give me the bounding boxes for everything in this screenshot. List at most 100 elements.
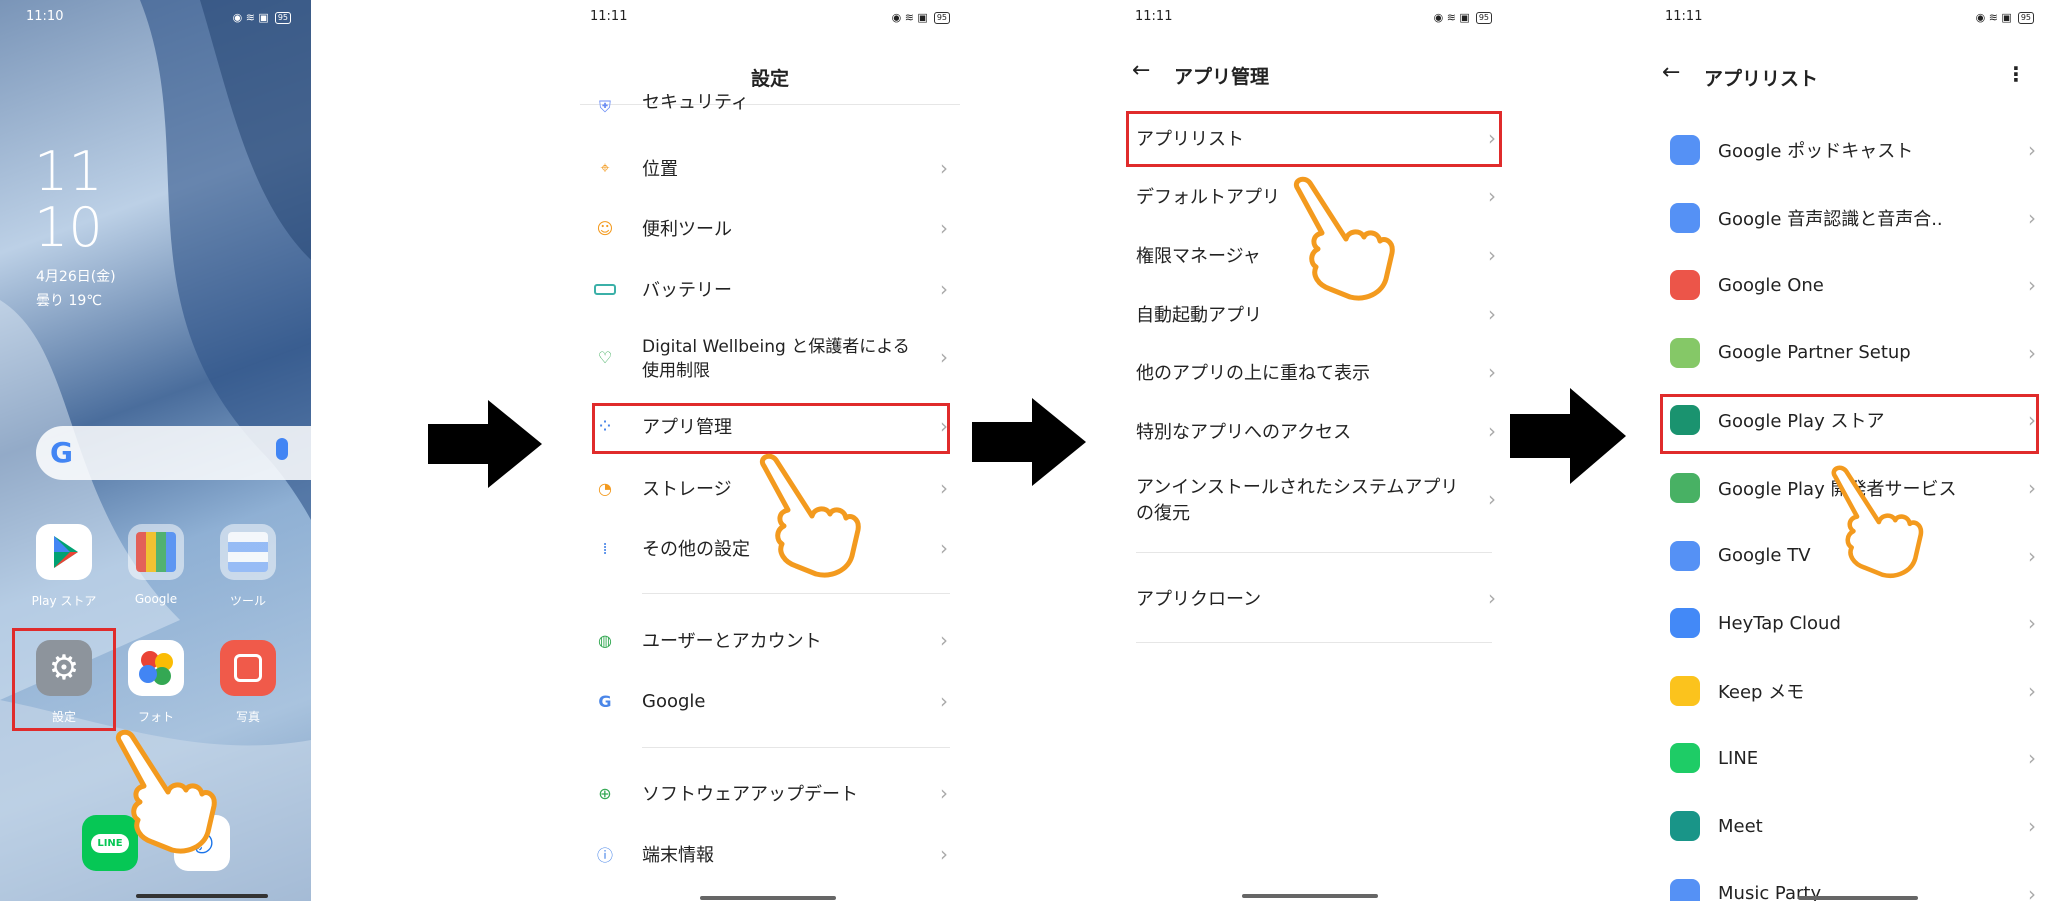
section-divider bbox=[1136, 642, 1492, 643]
app-management-panel: 11:11 ◉ ≋ ▣ 95 ← アプリ管理 アプリリスト › デフォルトアプリ… bbox=[1122, 0, 1502, 901]
status-icons: ◉ ≋ ▣ 95 bbox=[1976, 11, 2034, 24]
chevron-right-icon: › bbox=[2028, 138, 2036, 162]
chevron-right-icon: › bbox=[1488, 184, 1496, 208]
chevron-right-icon: › bbox=[1488, 487, 1496, 511]
status-time: 11:11 bbox=[590, 9, 628, 24]
chevron-right-icon: › bbox=[1488, 360, 1496, 384]
photos-icon bbox=[139, 651, 173, 685]
battery-level: 95 bbox=[933, 11, 950, 24]
app-list-item[interactable]: Google ポッドキャスト › bbox=[1652, 132, 2048, 168]
search-bar[interactable]: G bbox=[36, 426, 311, 480]
meet-icon bbox=[1670, 811, 1700, 841]
chevron-right-icon: › bbox=[940, 781, 948, 805]
app-list-item[interactable]: Meet › bbox=[1652, 808, 2048, 844]
tools-folder-icon bbox=[228, 532, 268, 572]
heytap-icon bbox=[1670, 608, 1700, 639]
weather-text: 曇り 19℃ bbox=[36, 293, 102, 309]
storage-icon: ◔ bbox=[598, 478, 612, 498]
security-icon: ⛨ bbox=[598, 97, 611, 116]
home-indicator[interactable] bbox=[1242, 894, 1378, 898]
app-play-store[interactable] bbox=[36, 524, 92, 580]
more-options-icon[interactable]: ⋮ bbox=[2006, 62, 2026, 86]
info-icon: ⓘ bbox=[596, 846, 613, 865]
app-label: Play ストア bbox=[31, 594, 97, 608]
app-list-panel: 11:11 ◉ ≋ ▣ 95 ← アプリリスト ⋮ Google ポッドキャスト… bbox=[1652, 0, 2048, 901]
mic-icon[interactable] bbox=[276, 438, 288, 460]
settings-item-google[interactable]: G Google › bbox=[580, 683, 960, 719]
back-arrow-icon[interactable]: ← bbox=[1132, 58, 1150, 83]
chevron-right-icon: › bbox=[2028, 273, 2036, 298]
chevron-right-icon: › bbox=[1488, 243, 1496, 267]
google-icon: G bbox=[598, 691, 612, 711]
android-icon bbox=[1670, 337, 1700, 368]
location-icon: ⌖ bbox=[600, 158, 610, 177]
home-indicator[interactable] bbox=[700, 896, 836, 900]
music-icon bbox=[1670, 878, 1700, 901]
user-icon: ◍ bbox=[598, 630, 612, 650]
app-list-item[interactable]: Google Partner Setup › bbox=[1652, 335, 2048, 371]
menu-item-special-access[interactable]: 特別なアプリへのアクセス › bbox=[1122, 413, 1502, 449]
tap-hand-icon bbox=[116, 729, 217, 854]
arrow-right-2 bbox=[972, 398, 1086, 486]
settings-item-update[interactable]: ⊕ ソフトウェアアップデート › bbox=[580, 775, 960, 811]
settings-item-location[interactable]: ⌖ 位置 › bbox=[580, 150, 960, 186]
section-divider bbox=[642, 747, 950, 748]
app-photos[interactable] bbox=[128, 640, 184, 696]
status-icons: ◉ ≋ ▣ 95 bbox=[892, 11, 950, 24]
chevron-right-icon: › bbox=[940, 156, 948, 180]
back-arrow-icon[interactable]: ← bbox=[1662, 60, 1680, 85]
settings-item-about[interactable]: ⓘ 端末情報 › bbox=[580, 836, 960, 872]
gallery-icon bbox=[234, 654, 262, 682]
google-g-icon: G bbox=[50, 436, 73, 469]
date-text: 4月26日(金) bbox=[36, 269, 116, 285]
clock-minute: 10 bbox=[34, 196, 103, 259]
section-divider bbox=[1136, 552, 1492, 553]
app-list-item[interactable]: Google 音声認識と音声合.. › bbox=[1652, 200, 2048, 236]
google-one-icon bbox=[1670, 270, 1700, 301]
menu-item-overlay[interactable]: 他のアプリの上に重ねて表示 › bbox=[1122, 354, 1502, 390]
menu-item-restore-system-apps[interactable]: アンインストールされたシステムアプリ の復元 › bbox=[1122, 473, 1502, 525]
app-list-item[interactable]: LINE › bbox=[1652, 740, 2048, 776]
chevron-right-icon: › bbox=[2028, 814, 2036, 838]
battery-level: 95 bbox=[2017, 11, 2034, 24]
settings-item-battery[interactable]: バッテリー › bbox=[580, 271, 960, 307]
chevron-right-icon: › bbox=[940, 216, 948, 240]
chevron-right-icon: › bbox=[2028, 881, 2036, 901]
chevron-right-icon: › bbox=[1488, 302, 1496, 326]
google-folder-icon bbox=[136, 532, 176, 572]
google-tv-icon bbox=[1670, 540, 1700, 571]
settings-item-tools[interactable]: ☺ 便利ツール › bbox=[580, 210, 960, 246]
app-list-item[interactable]: Keep メモ › bbox=[1652, 673, 2048, 709]
settings-item-users[interactable]: ◍ ユーザーとアカウント › bbox=[580, 622, 960, 658]
app-google-folder[interactable] bbox=[128, 524, 184, 580]
dock-chrome[interactable] bbox=[266, 815, 311, 871]
speech-icon bbox=[1670, 202, 1700, 233]
page-title: アプリリスト bbox=[1704, 68, 1819, 90]
highlight-settings bbox=[12, 628, 116, 731]
tap-hand-icon bbox=[1294, 176, 1395, 301]
app-tools-folder[interactable] bbox=[220, 524, 276, 580]
app-list-item[interactable]: HeyTap Cloud › bbox=[1652, 605, 2048, 641]
status-time: 11:11 bbox=[1135, 9, 1173, 24]
chevron-right-icon: › bbox=[2028, 611, 2036, 636]
arrow-right-3 bbox=[1510, 388, 1626, 484]
more-settings-icon: ⁞ bbox=[602, 538, 608, 558]
menu-item-app-clone[interactable]: アプリクローン › bbox=[1122, 580, 1502, 616]
chevron-right-icon: › bbox=[940, 476, 948, 500]
settings-item-security[interactable]: ⛨ セキュリティ bbox=[580, 94, 960, 120]
chevron-right-icon: › bbox=[2028, 678, 2036, 703]
battery-level: 95 bbox=[1475, 11, 1492, 24]
home-indicator[interactable] bbox=[1798, 896, 1918, 900]
tap-hand-icon bbox=[1831, 465, 1924, 578]
settings-item-wellbeing[interactable]: ♡ Digital Wellbeing と保護者による 使用制限 › bbox=[580, 332, 960, 382]
tools-icon: ☺ bbox=[596, 218, 614, 238]
home-indicator[interactable] bbox=[136, 894, 268, 898]
app-label: ツール bbox=[229, 594, 266, 608]
app-list-item[interactable]: Google One › bbox=[1652, 267, 2048, 303]
clock-hour: 11 bbox=[34, 140, 103, 203]
status-icons: ◉ ≋ ▣ 95 bbox=[233, 11, 291, 24]
update-icon: ⊕ bbox=[598, 783, 612, 803]
app-label: Google bbox=[134, 592, 178, 606]
app-gallery[interactable] bbox=[220, 640, 276, 696]
keep-icon bbox=[1670, 675, 1700, 706]
